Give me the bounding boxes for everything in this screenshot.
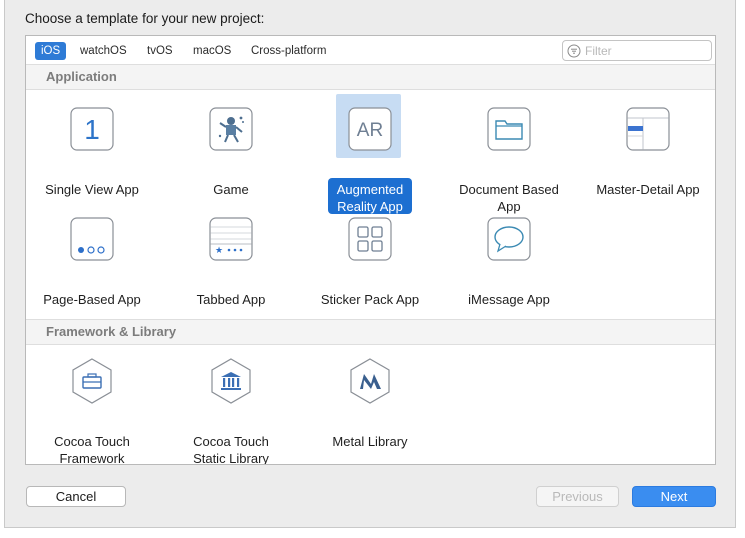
template-game[interactable]: Game [166, 106, 296, 206]
template-label: Master-Detail App [596, 182, 700, 197]
toolbox-icon [69, 358, 115, 404]
cancel-button[interactable]: Cancel [26, 486, 126, 507]
tab-ios[interactable]: iOS [35, 42, 67, 60]
template-label: Sticker Pack App [320, 292, 420, 307]
folder-icon [486, 106, 532, 152]
svg-text:★: ★ [215, 246, 223, 256]
tab-watchos[interactable]: watchOS [74, 42, 133, 60]
page-dots-icon [69, 216, 115, 262]
template-label: Document Based App [459, 182, 559, 214]
template-label: Cocoa Touch Static Library [193, 434, 269, 465]
template-cocoa-touch-static-library[interactable]: Cocoa Touch Static Library [166, 358, 296, 465]
filter-field[interactable] [562, 40, 712, 61]
template-panel: iOS watchOS tvOS macOS Cross-platform Ap… [25, 35, 716, 465]
ar-icon: AR [347, 106, 393, 152]
tab-cross-platform[interactable]: Cross-platform [245, 42, 332, 60]
template-metal-library[interactable]: Metal Library [305, 358, 435, 458]
template-sticker-pack-app[interactable]: Sticker Pack App [305, 216, 435, 316]
template-cocoa-touch-framework[interactable]: Cocoa Touch Framework [27, 358, 157, 465]
template-label: Game [213, 182, 249, 197]
metal-icon [347, 358, 393, 404]
section-header-application: Application [26, 64, 715, 90]
previous-button[interactable]: Previous [536, 486, 619, 507]
single-view-icon: 1 [69, 106, 115, 152]
template-master-detail-app[interactable]: Master-Detail App [583, 106, 713, 206]
next-button[interactable]: Next [632, 486, 716, 507]
tab-tvos[interactable]: tvOS [141, 42, 179, 60]
template-label: Single View App [45, 182, 139, 197]
template-label: Augmented Reality App [336, 182, 404, 214]
template-label: iMessage App [468, 292, 550, 307]
tab-bar-icon: ★ [208, 216, 254, 262]
sticker-grid-icon [347, 216, 393, 262]
filter-input[interactable] [585, 43, 705, 58]
master-detail-icon [625, 106, 671, 152]
template-label: Tabbed App [196, 292, 266, 307]
speech-bubble-icon [486, 216, 532, 262]
platform-tab-bar: iOS watchOS tvOS macOS Cross-platform [26, 36, 715, 65]
filter-icon [567, 44, 581, 58]
template-label: Page-Based App [43, 292, 141, 307]
game-icon [208, 106, 254, 152]
tab-macos[interactable]: macOS [187, 42, 237, 60]
building-columns-icon [208, 358, 254, 404]
svg-text:1: 1 [84, 114, 100, 145]
svg-text:AR: AR [357, 120, 383, 141]
section-header-framework-library: Framework & Library [26, 319, 715, 345]
template-label: Metal Library [332, 434, 408, 449]
dialog-prompt: Choose a template for your new project: [25, 11, 265, 26]
template-single-view-app[interactable]: 1 Single View App [27, 106, 157, 206]
template-imessage-app[interactable]: iMessage App [444, 216, 574, 316]
template-document-based-app[interactable]: Document Based App [444, 106, 574, 216]
template-page-based-app[interactable]: Page-Based App [27, 216, 157, 316]
template-tabbed-app[interactable]: ★ Tabbed App [166, 216, 296, 316]
template-augmented-reality-app[interactable]: AR Augmented Reality App [305, 94, 435, 216]
template-label: Cocoa Touch Framework [54, 434, 130, 465]
new-project-dialog: Choose a template for your new project: … [4, 0, 736, 528]
